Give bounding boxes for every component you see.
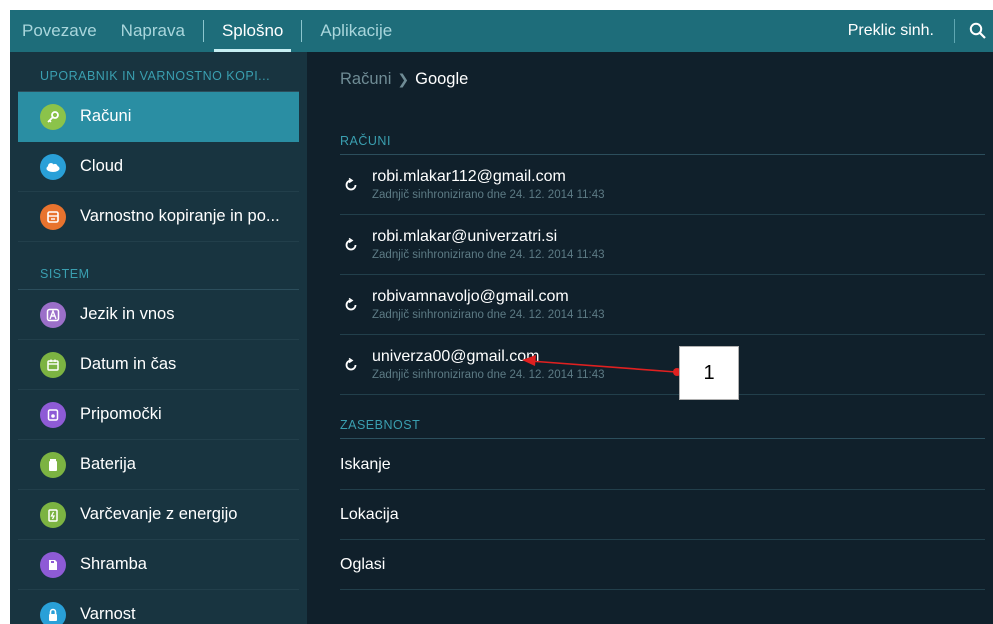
language-icon bbox=[40, 301, 66, 328]
storage-icon bbox=[40, 551, 66, 578]
tab-naprava[interactable]: Naprava bbox=[109, 10, 197, 52]
sidebar-item-label: Varnost bbox=[80, 605, 136, 623]
tab-divider bbox=[202, 20, 204, 42]
breadcrumb-chevron-icon: ❯ bbox=[397, 71, 410, 87]
backup-icon bbox=[40, 203, 66, 230]
sidebar-item-cloud[interactable]: Cloud bbox=[18, 142, 299, 192]
power-saving-icon bbox=[40, 501, 66, 528]
account-row[interactable]: robi.mlakar@univerzatri.si Zadnjič sinhr… bbox=[340, 215, 985, 275]
sidebar-item-backup[interactable]: Varnostno kopiranje in po... bbox=[18, 192, 299, 242]
sync-icon[interactable] bbox=[340, 237, 362, 253]
sidebar-item-label: Shramba bbox=[80, 555, 147, 573]
settings-sidebar: UPORABNIK IN VARNOSTNO KOPI... Računi Cl… bbox=[10, 52, 307, 624]
sidebar-item-language[interactable]: Jezik in vnos bbox=[18, 290, 299, 340]
cancel-sync-button[interactable]: Preklic sinh. bbox=[836, 10, 946, 52]
account-text: robivamnavoljo@gmail.com Zadnjič sinhron… bbox=[372, 288, 605, 321]
account-sync-status: Zadnjič sinhronizirano dne 24. 12. 2014 … bbox=[372, 189, 605, 201]
privacy-item-location[interactable]: Lokacija bbox=[340, 490, 985, 540]
search-button[interactable] bbox=[963, 10, 993, 52]
lock-icon bbox=[40, 601, 66, 624]
account-text: robi.mlakar112@gmail.com Zadnjič sinhron… bbox=[372, 168, 605, 201]
account-row[interactable]: robi.mlakar112@gmail.com Zadnjič sinhron… bbox=[340, 155, 985, 215]
sidebar-section-user-backup: UPORABNIK IN VARNOSTNO KOPI... bbox=[18, 52, 299, 92]
sidebar-item-accounts[interactable]: Računi bbox=[18, 92, 299, 142]
key-icon bbox=[40, 103, 66, 130]
sidebar-item-label: Varnostno kopiranje in po... bbox=[80, 207, 280, 225]
annotation-callout: 1 bbox=[679, 346, 739, 400]
sync-icon[interactable] bbox=[340, 297, 362, 313]
privacy-item-ads[interactable]: Oglasi bbox=[340, 540, 985, 590]
account-text: univerza00@gmail.com Zadnjič sinhronizir… bbox=[372, 348, 605, 381]
accounts-section-header: RAČUNI bbox=[340, 134, 985, 155]
sidebar-item-date-time[interactable]: Datum in čas bbox=[18, 340, 299, 390]
account-row[interactable]: robivamnavoljo@gmail.com Zadnjič sinhron… bbox=[340, 275, 985, 335]
account-email: robi.mlakar@univerzatri.si bbox=[372, 228, 558, 245]
sidebar-item-battery[interactable]: Baterija bbox=[18, 440, 299, 490]
account-sync-status: Zadnjič sinhronizirano dne 24. 12. 2014 … bbox=[372, 249, 605, 261]
breadcrumb-current: Google bbox=[415, 70, 469, 88]
sidebar-item-label: Cloud bbox=[80, 157, 124, 175]
privacy-section-header: ZASEBNOST bbox=[340, 418, 985, 439]
sidebar-item-accessories[interactable]: Pripomočki bbox=[18, 390, 299, 440]
tab-aplikacije[interactable]: Aplikacije bbox=[308, 10, 404, 52]
sidebar-section-system: SISTEM bbox=[18, 242, 299, 290]
sidebar-item-label: Datum in čas bbox=[80, 355, 177, 373]
breadcrumb: Računi ❯ Google bbox=[340, 70, 468, 89]
account-row[interactable]: univerza00@gmail.com Zadnjič sinhronizir… bbox=[340, 335, 985, 395]
account-text: robi.mlakar@univerzatri.si Zadnjič sinhr… bbox=[372, 228, 605, 261]
sidebar-item-label: Računi bbox=[80, 107, 132, 125]
accessory-icon bbox=[40, 401, 66, 428]
sidebar-item-storage[interactable]: Shramba bbox=[18, 540, 299, 590]
account-email: univerza00@gmail.com bbox=[372, 348, 540, 365]
tab-splosno[interactable]: Splošno bbox=[210, 10, 295, 52]
sidebar-item-label: Pripomočki bbox=[80, 405, 162, 423]
sidebar-item-label: Varčevanje z energijo bbox=[80, 505, 238, 523]
privacy-item-search[interactable]: Iskanje bbox=[340, 440, 985, 490]
sync-icon[interactable] bbox=[340, 177, 362, 193]
account-sync-status: Zadnjič sinhronizirano dne 24. 12. 2014 … bbox=[372, 309, 605, 321]
tab-divider bbox=[301, 20, 303, 42]
battery-icon bbox=[40, 451, 66, 478]
calendar-icon bbox=[40, 351, 66, 378]
account-email: robivamnavoljo@gmail.com bbox=[372, 288, 569, 305]
account-email: robi.mlakar112@gmail.com bbox=[372, 168, 566, 185]
tab-povezave[interactable]: Povezave bbox=[10, 10, 109, 52]
sync-icon[interactable] bbox=[340, 357, 362, 373]
settings-screen: Povezave Naprava Splošno Aplikacije Prek… bbox=[10, 10, 993, 624]
cloud-icon bbox=[40, 153, 66, 180]
sidebar-item-label: Baterija bbox=[80, 455, 136, 473]
search-icon bbox=[969, 22, 986, 39]
sidebar-item-label: Jezik in vnos bbox=[80, 305, 175, 323]
breadcrumb-parent[interactable]: Računi bbox=[340, 70, 391, 89]
sidebar-item-security[interactable]: Varnost bbox=[18, 590, 299, 624]
top-tab-bar: Povezave Naprava Splošno Aplikacije Prek… bbox=[10, 10, 993, 52]
account-sync-status: Zadnjič sinhronizirano dne 24. 12. 2014 … bbox=[372, 369, 605, 381]
accounts-detail-panel: Računi ❯ Google RAČUNI robi.mlakar112@gm… bbox=[307, 52, 993, 624]
sidebar-item-power-saving[interactable]: Varčevanje z energijo bbox=[18, 490, 299, 540]
toolbar-divider bbox=[954, 19, 955, 43]
